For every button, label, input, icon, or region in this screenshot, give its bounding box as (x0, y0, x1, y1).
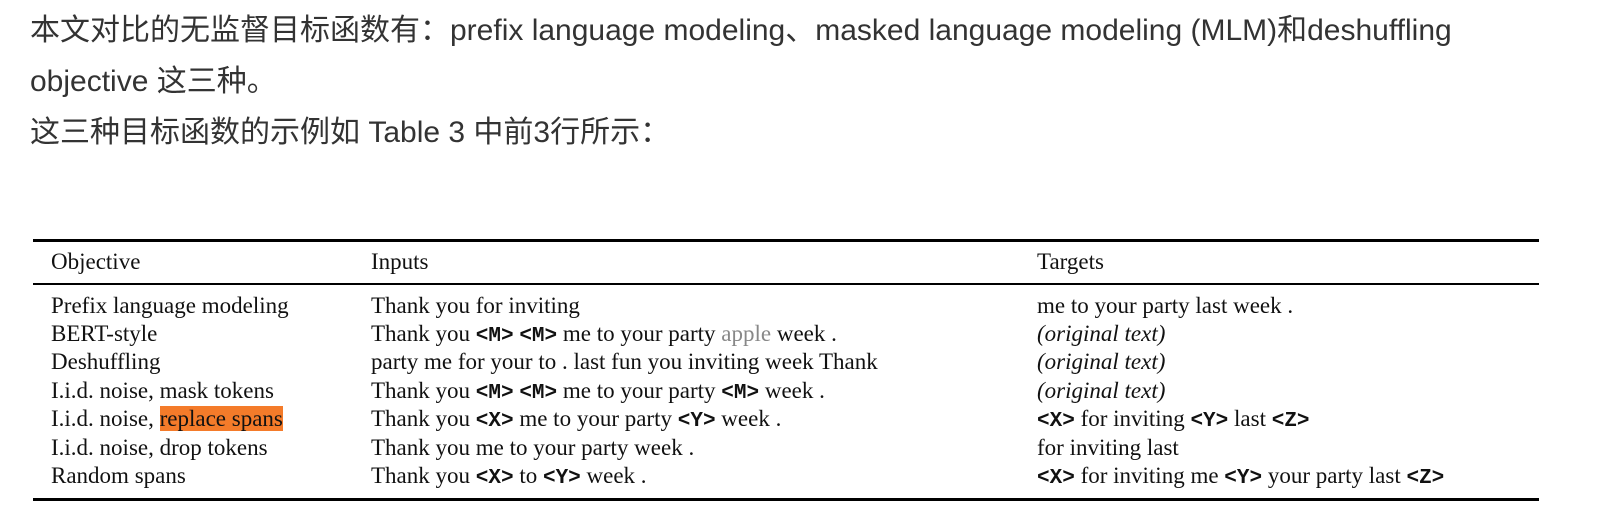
row-objective: I.i.d. noise, drop tokens (51, 435, 268, 460)
row-target: for inviting last (1037, 435, 1179, 460)
row-input: Thank you <X> to <Y> week . (371, 463, 647, 490)
row-target: me to your party last week . (1037, 293, 1294, 318)
row-objective: I.i.d. noise, mask tokens (51, 378, 274, 403)
row-input: Thank you me to your party week . (371, 435, 695, 460)
row-input: Thank you for inviting (371, 293, 580, 318)
sentinel-token: <Y> (542, 467, 581, 490)
row-target: (original text) (1037, 378, 1166, 403)
row-objective: I.i.d. noise, replace spans (51, 406, 283, 431)
sentinel-token: <X> (1037, 467, 1075, 490)
row-target: (original text) (1037, 321, 1166, 346)
row-target: (original text) (1037, 349, 1166, 374)
sentinel-token: <X> (475, 410, 514, 433)
sentinel-token: <Y> (1190, 410, 1229, 433)
sentinel-token: <Z> (1271, 410, 1310, 433)
mask-token: <M> (721, 382, 760, 405)
table-top-rule (33, 239, 1539, 242)
header-inputs: Inputs (371, 249, 429, 274)
row-target: <X> for inviting me <Y> your party last … (1037, 463, 1445, 490)
row-objective: Random spans (51, 463, 186, 488)
mask-token: <M> (475, 325, 514, 348)
mask-token: <M> (519, 382, 558, 405)
highlighted-text: replace spans (159, 406, 283, 431)
sentinel-token: <Z> (1406, 467, 1445, 490)
row-objective: Prefix language modeling (51, 293, 289, 318)
intro-line-1: 本文对比的无监督目标函数有：prefix language modeling、m… (30, 14, 1452, 47)
row-objective: Deshuffling (51, 349, 161, 374)
intro-line-3: 这三种目标函数的示例如 Table 3 中前3行所示： (30, 116, 671, 149)
replaced-word: apple (721, 321, 772, 346)
row-input: Thank you <X> me to your party <Y> week … (371, 406, 782, 433)
sentinel-token: <X> (475, 467, 514, 490)
sentinel-token: <Y> (1224, 467, 1263, 490)
sentinel-token: <X> (1037, 410, 1075, 433)
row-input: Thank you <M> <M> me to your party apple… (371, 321, 837, 348)
mask-token: <M> (475, 382, 514, 405)
table-bottom-rule (33, 498, 1539, 501)
row-input: party me for your to . last fun you invi… (371, 349, 878, 374)
table-header-rule (33, 283, 1539, 285)
sentinel-token: <Y> (677, 410, 716, 433)
row-target: <X> for inviting <Y> last <Z> (1037, 406, 1310, 433)
mask-token: <M> (519, 325, 558, 348)
header-targets: Targets (1037, 249, 1104, 274)
row-input: Thank you <M> <M> me to your party <M> w… (371, 378, 825, 405)
header-objective: Objective (51, 249, 141, 274)
intro-line-2: objective 这三种。 (30, 65, 277, 98)
row-objective: BERT-style (51, 321, 158, 346)
